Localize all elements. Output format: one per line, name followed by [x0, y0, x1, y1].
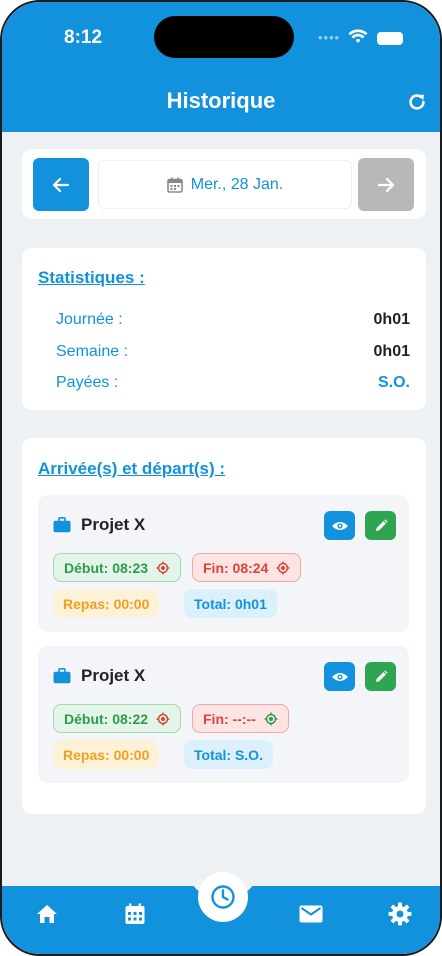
- entry-header: Projet X: [53, 666, 145, 686]
- end-time-chip[interactable]: Fin: 08:24: [192, 553, 302, 582]
- status-time: 8:12: [64, 27, 103, 48]
- tab-messages[interactable]: [298, 901, 324, 927]
- calendar-icon: [166, 177, 183, 193]
- total-chip: Total: S.O.: [184, 740, 273, 769]
- entry-item: Projet X Début: 08:23 Fin: 08:24 Repas: …: [38, 495, 409, 632]
- start-time: Début: 08:22: [64, 710, 149, 727]
- start-time-chip[interactable]: Début: 08:23: [53, 553, 182, 582]
- battery-icon: [377, 32, 403, 45]
- meal-chip: Repas: 00:00: [53, 589, 160, 618]
- stat-label: Payées :: [56, 374, 119, 391]
- gear-icon: [388, 902, 412, 926]
- edit-entry-button[interactable]: [365, 662, 396, 691]
- phone-screen: 8:12 •••• Historique Mer., 28 Jan. Stati…: [0, 0, 442, 956]
- stat-value: 0h01: [373, 343, 410, 360]
- stat-label: Journée :: [56, 311, 123, 328]
- date-navigator: Mer., 28 Jan.: [22, 149, 426, 219]
- entry-project: Projet X: [81, 515, 146, 534]
- dynamic-island: [154, 16, 294, 58]
- next-day-button[interactable]: [358, 158, 414, 211]
- tab-calendar[interactable]: [122, 901, 148, 927]
- signal-icon: ••••: [318, 30, 341, 45]
- briefcase-icon: [53, 517, 71, 533]
- stat-row-day: Journée : 0h01: [56, 311, 410, 329]
- start-time: Début: 08:23: [64, 559, 149, 576]
- pencil-icon: [375, 669, 388, 682]
- meal-time: Repas: 00:00: [63, 746, 150, 763]
- total-chip: Total: 0h01: [184, 589, 277, 618]
- end-time: Fin: 08:24: [203, 559, 269, 576]
- entry-header: Projet X: [53, 515, 145, 535]
- location-target-icon: [264, 712, 278, 725]
- home-icon: [37, 905, 57, 923]
- refresh-icon[interactable]: [406, 91, 428, 113]
- arrow-right-icon: [377, 177, 395, 192]
- tab-home[interactable]: [34, 901, 60, 927]
- stat-value: S.O.: [377, 374, 410, 391]
- meal-time: Repas: 00:00: [63, 595, 150, 612]
- stats-title: Statistiques :: [38, 268, 145, 287]
- date-selector[interactable]: Mer., 28 Jan.: [98, 160, 352, 209]
- stats-card: Statistiques : Journée : 0h01 Semaine : …: [22, 248, 426, 410]
- end-time-chip[interactable]: Fin: --:--: [192, 704, 289, 733]
- mail-icon: [299, 905, 323, 923]
- start-time-chip[interactable]: Début: 08:22: [53, 704, 182, 733]
- view-entry-button[interactable]: [324, 511, 355, 540]
- view-entry-button[interactable]: [324, 662, 355, 691]
- edit-entry-button[interactable]: [365, 511, 396, 540]
- pencil-icon: [375, 518, 388, 531]
- current-date: Mer., 28 Jan.: [190, 175, 284, 193]
- app-header: 8:12 •••• Historique: [2, 2, 440, 132]
- meal-chip: Repas: 00:00: [53, 740, 160, 769]
- wifi-icon: [348, 29, 368, 43]
- stat-row-week: Semaine : 0h01: [56, 343, 410, 361]
- total-time: Total: S.O.: [194, 746, 263, 763]
- tab-history[interactable]: [198, 872, 248, 922]
- page-title: Historique: [166, 88, 276, 113]
- stat-row-paid: Payées : S.O.: [56, 374, 410, 392]
- location-target-icon: [276, 561, 290, 574]
- previous-day-button[interactable]: [33, 158, 89, 211]
- stat-label: Semaine :: [56, 343, 129, 360]
- location-target-icon: [156, 561, 170, 574]
- location-target-icon: [156, 712, 170, 725]
- tab-settings[interactable]: [387, 901, 413, 927]
- entry-project: Projet X: [81, 666, 146, 685]
- eye-icon: [331, 672, 348, 681]
- briefcase-icon: [53, 668, 71, 684]
- calendar-icon: [125, 903, 145, 924]
- arrow-left-icon: [52, 177, 70, 192]
- entries-title: Arrivée(s) et départ(s) :: [38, 459, 226, 478]
- stat-value: 0h01: [373, 311, 410, 328]
- entries-card: Arrivée(s) et départ(s) : Projet X Début…: [22, 438, 426, 814]
- entry-item: Projet X Début: 08:22 Fin: --:-- Repas: …: [38, 646, 409, 783]
- clock-icon: [211, 885, 235, 909]
- eye-icon: [331, 521, 348, 530]
- total-time: Total: 0h01: [194, 595, 267, 612]
- end-time: Fin: --:--: [203, 710, 256, 727]
